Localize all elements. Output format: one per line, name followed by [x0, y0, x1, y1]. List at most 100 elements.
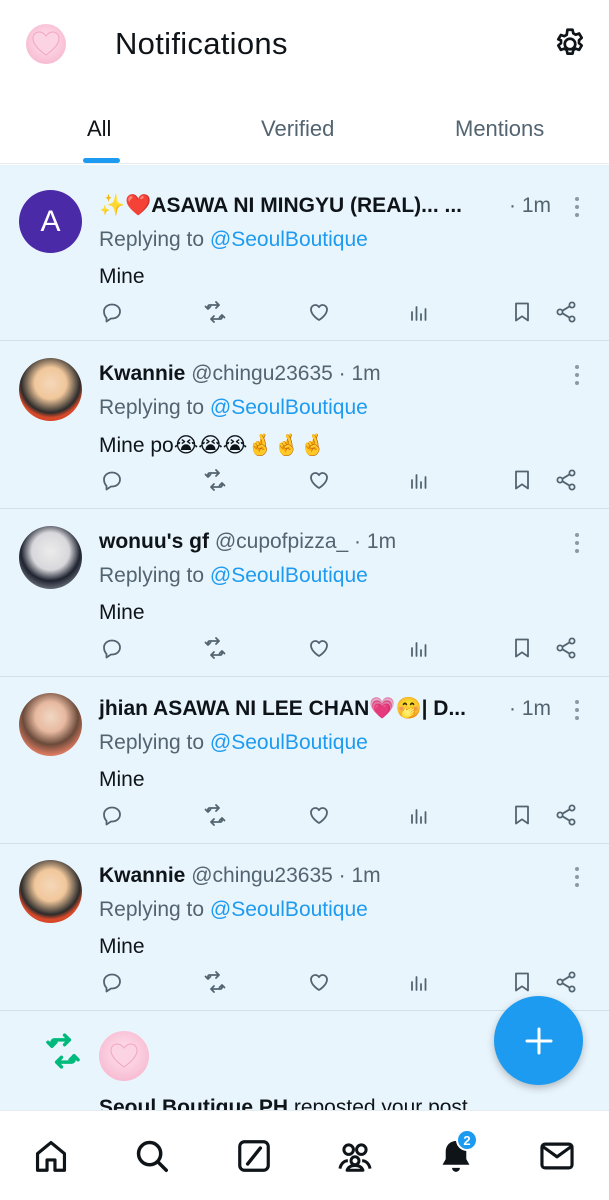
author-handle: @chingu23635 · 1m [191, 362, 381, 385]
share-icon[interactable] [554, 970, 578, 994]
author-line: wonuu's gf @cupofpizza_ · 1m [99, 530, 559, 554]
reply-icon[interactable] [100, 970, 124, 994]
timestamp: · 1m [509, 697, 551, 720]
avatar[interactable] [19, 526, 82, 589]
author-handle: @chingu23635 · 1m [191, 864, 381, 887]
share-icon[interactable] [554, 300, 578, 324]
tab-verified[interactable]: Verified [261, 116, 334, 142]
post-text: Mine [99, 935, 145, 958]
tab-all[interactable]: All [87, 116, 111, 142]
post-actions [0, 636, 609, 666]
more-options-icon[interactable] [572, 364, 582, 386]
mention-link[interactable]: @SeoulBoutique [210, 564, 368, 587]
share-icon[interactable] [554, 636, 578, 660]
views-icon[interactable] [407, 636, 431, 660]
repost-action: reposted your post [288, 1096, 468, 1110]
reply-icon[interactable] [100, 300, 124, 324]
reply-icon[interactable] [100, 468, 124, 492]
list-item[interactable]: jhian ASAWA NI LEE CHAN💗🤭| D... · 1m Rep… [0, 676, 609, 844]
reply-icon[interactable] [100, 636, 124, 660]
author-name[interactable]: ✨❤️ASAWA NI MINGYU (REAL)... ... [99, 194, 462, 217]
bookmark-icon[interactable] [510, 636, 534, 660]
heart-logo-icon [32, 31, 60, 56]
repost-author[interactable]: Seoul Boutique PH [99, 1096, 288, 1110]
bottom-navigation: 2 [0, 1110, 609, 1200]
replying-to: Replying to @SeoulBoutique [99, 898, 368, 922]
retweet-icon[interactable] [203, 300, 227, 324]
list-item[interactable]: A ✨❤️ASAWA NI MINGYU (REAL)... ... · 1m … [0, 173, 609, 341]
search-icon[interactable] [133, 1137, 171, 1175]
author-line: jhian ASAWA NI LEE CHAN💗🤭| D... [99, 697, 559, 721]
replying-to-label: Replying to [99, 396, 210, 419]
avatar[interactable] [99, 1031, 149, 1081]
more-options-icon[interactable] [572, 532, 582, 554]
avatar-letter: A [40, 204, 61, 238]
author-name[interactable]: Kwannie [99, 864, 185, 887]
post-actions [0, 970, 609, 1000]
page-title: Notifications [115, 26, 288, 61]
retweet-icon[interactable] [203, 970, 227, 994]
gear-icon[interactable] [552, 26, 588, 62]
notification-tabs: All Verified Mentions [0, 92, 609, 164]
more-options-icon[interactable] [572, 866, 582, 888]
more-options-icon[interactable] [572, 196, 582, 218]
author-name[interactable]: wonuu's gf [99, 530, 209, 553]
retweet-icon[interactable] [203, 636, 227, 660]
mention-link[interactable]: @SeoulBoutique [210, 731, 368, 754]
avatar[interactable] [19, 693, 82, 756]
author-name[interactable]: Kwannie [99, 362, 185, 385]
list-item[interactable]: Kwannie @chingu23635 · 1m Replying to @S… [0, 341, 609, 509]
home-icon[interactable] [32, 1137, 70, 1175]
bookmark-icon[interactable] [510, 300, 534, 324]
more-options-icon[interactable] [572, 699, 582, 721]
compose-button[interactable] [494, 996, 583, 1085]
mention-link[interactable]: @SeoulBoutique [210, 898, 368, 921]
avatar[interactable]: A [19, 190, 82, 253]
notification-feed[interactable]: A ✨❤️ASAWA NI MINGYU (REAL)... ... · 1m … [0, 165, 609, 1110]
tab-mentions[interactable]: Mentions [455, 116, 544, 142]
share-icon[interactable] [554, 803, 578, 827]
profile-avatar[interactable] [26, 24, 66, 64]
author-line: Kwannie @chingu23635 · 1m [99, 864, 559, 888]
like-icon[interactable] [307, 636, 331, 660]
mail-icon[interactable] [538, 1137, 576, 1175]
bookmark-icon[interactable] [510, 468, 534, 492]
replying-to: Replying to @SeoulBoutique [99, 228, 368, 252]
views-icon[interactable] [407, 300, 431, 324]
avatar[interactable] [19, 860, 82, 923]
communities-icon[interactable] [336, 1137, 374, 1175]
post-actions [0, 300, 609, 330]
mention-link[interactable]: @SeoulBoutique [210, 228, 368, 251]
like-icon[interactable] [307, 970, 331, 994]
author-handle: @cupofpizza_ · 1m [214, 530, 397, 553]
bookmark-icon[interactable] [510, 970, 534, 994]
replying-to-label: Replying to [99, 898, 210, 921]
replying-to-label: Replying to [99, 228, 210, 251]
like-icon[interactable] [307, 803, 331, 827]
like-icon[interactable] [307, 468, 331, 492]
retweet-icon [46, 1033, 80, 1069]
like-icon[interactable] [307, 300, 331, 324]
bookmark-icon[interactable] [510, 803, 534, 827]
repost-text: Seoul Boutique PH reposted your post [99, 1096, 468, 1110]
list-item[interactable]: wonuu's gf @cupofpizza_ · 1m Replying to… [0, 509, 609, 677]
views-icon[interactable] [407, 468, 431, 492]
author-name[interactable]: jhian ASAWA NI LEE CHAN💗🤭| D... [99, 697, 466, 720]
top-bar: Notifications [0, 0, 609, 92]
views-icon[interactable] [407, 970, 431, 994]
replying-to-label: Replying to [99, 731, 210, 754]
list-item[interactable]: Kwannie @chingu23635 · 1m Replying to @S… [0, 843, 609, 1011]
views-icon[interactable] [407, 803, 431, 827]
post-actions [0, 803, 609, 833]
post-text: Mine po😭😭😭🤞🤞🤞 [99, 434, 326, 457]
avatar[interactable] [19, 358, 82, 421]
reply-icon[interactable] [100, 803, 124, 827]
mention-link[interactable]: @SeoulBoutique [210, 396, 368, 419]
share-icon[interactable] [554, 468, 578, 492]
post-actions [0, 468, 609, 498]
retweet-icon[interactable] [203, 803, 227, 827]
grok-icon[interactable] [235, 1137, 273, 1175]
timestamp: · 1m [509, 194, 551, 217]
retweet-icon[interactable] [203, 468, 227, 492]
post-text: Mine [99, 265, 145, 288]
